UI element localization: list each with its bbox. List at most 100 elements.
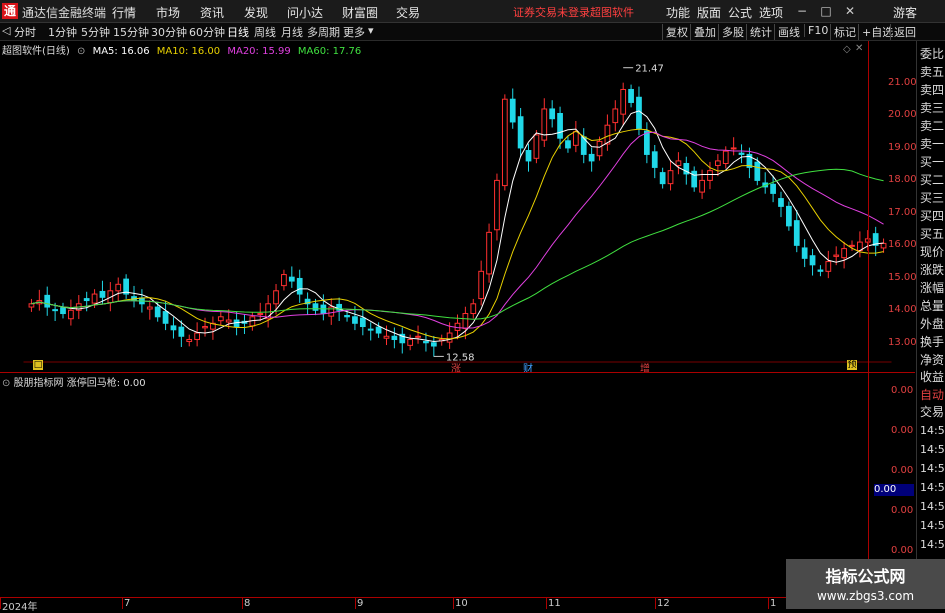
chevron-down-icon[interactable]: ▾: [368, 24, 374, 37]
period-tab[interactable]: 15分钟: [113, 24, 149, 40]
event-marker[interactable]: 预: [847, 360, 857, 370]
menu-item-trade[interactable]: 交易: [396, 4, 420, 21]
candle[interactable]: [470, 298, 477, 319]
candle[interactable]: [146, 300, 153, 320]
candle[interactable]: [265, 295, 272, 328]
candle[interactable]: [762, 172, 769, 194]
candle[interactable]: [399, 327, 406, 354]
candle[interactable]: [509, 88, 516, 129]
candle[interactable]: [841, 241, 847, 269]
candle[interactable]: [572, 120, 579, 153]
minimize-icon[interactable]: −: [794, 3, 810, 19]
trade-button[interactable]: 交易: [920, 403, 944, 420]
candle[interactable]: [36, 289, 43, 311]
stats-button[interactable]: 统计: [746, 24, 772, 40]
candle[interactable]: [359, 309, 366, 336]
diamond-icon[interactable]: ◇: [843, 44, 851, 55]
candle[interactable]: [28, 298, 35, 312]
candle[interactable]: [478, 260, 485, 306]
candle[interactable]: [217, 311, 224, 326]
menu-item-news[interactable]: 资讯: [200, 4, 224, 21]
candle[interactable]: [620, 82, 627, 125]
candle[interactable]: [541, 98, 548, 147]
menu-item-options[interactable]: 选项: [759, 4, 783, 21]
candle[interactable]: [525, 143, 532, 172]
period-tab[interactable]: 30分钟: [151, 24, 187, 40]
candle[interactable]: [738, 144, 745, 164]
home-marker-icon[interactable]: □: [33, 360, 43, 370]
login-status[interactable]: 证券交易未登录: [513, 4, 590, 20]
candle[interactable]: [643, 122, 650, 164]
candle[interactable]: [825, 250, 832, 279]
close-icon[interactable]: ✕: [842, 3, 858, 19]
candle[interactable]: [667, 159, 674, 191]
adjust-button[interactable]: 复权: [662, 24, 688, 40]
candle[interactable]: [501, 94, 508, 191]
overlay-button[interactable]: 叠加: [690, 24, 716, 40]
period-tab[interactable]: 5分钟: [81, 24, 110, 40]
candle[interactable]: [857, 231, 863, 258]
candle[interactable]: [60, 302, 66, 319]
settings-icon[interactable]: ⊙: [77, 46, 85, 57]
candle[interactable]: [131, 285, 137, 308]
candle[interactable]: [604, 114, 611, 151]
close-chart-icon[interactable]: ✕: [855, 43, 863, 54]
candle[interactable]: [494, 173, 500, 241]
period-tab[interactable]: 1分钟: [48, 24, 77, 40]
candle[interactable]: [628, 84, 634, 108]
candle[interactable]: [580, 128, 587, 164]
candle[interactable]: [241, 314, 248, 334]
candle[interactable]: [612, 100, 619, 132]
candle[interactable]: [770, 175, 776, 203]
candle[interactable]: [651, 145, 658, 179]
guest-label[interactable]: 游客: [893, 4, 917, 21]
candle[interactable]: [730, 137, 737, 156]
menu-item-market[interactable]: 市场: [156, 4, 180, 21]
candle[interactable]: [809, 248, 816, 276]
add-favorite-button[interactable]: +自选: [858, 24, 893, 40]
candle[interactable]: [407, 334, 414, 351]
candle[interactable]: [817, 265, 824, 277]
f10-button[interactable]: F10: [804, 24, 828, 37]
multi-stock-button[interactable]: 多股: [718, 24, 744, 40]
menu-item-wealth[interactable]: 财富圈: [342, 4, 378, 21]
candle[interactable]: [162, 300, 169, 331]
candle[interactable]: [68, 299, 74, 326]
candle[interactable]: [288, 266, 295, 288]
period-tab[interactable]: 周线: [254, 24, 276, 40]
candle[interactable]: [778, 191, 784, 218]
back-arrow-icon[interactable]: ◁: [2, 24, 10, 37]
candle[interactable]: [588, 147, 595, 172]
menu-item-layout[interactable]: 版面: [697, 4, 721, 21]
menu-item-ask[interactable]: 问小达: [287, 4, 323, 21]
candle[interactable]: [44, 286, 51, 316]
candle[interactable]: [115, 277, 122, 302]
indicator-panel[interactable]: [0, 372, 915, 598]
candle[interactable]: [549, 100, 556, 128]
candle[interactable]: [659, 167, 666, 189]
menu-item-function[interactable]: 功能: [666, 4, 690, 21]
candle[interactable]: [691, 166, 698, 192]
candle[interactable]: [296, 269, 303, 303]
candle[interactable]: [486, 223, 492, 283]
menu-item-quotes[interactable]: 行情: [112, 4, 136, 21]
candle[interactable]: [391, 327, 398, 349]
period-tab-more[interactable]: 更多: [343, 24, 365, 40]
candle[interactable]: [415, 325, 421, 344]
candle[interactable]: [170, 317, 177, 339]
period-tab[interactable]: 60分钟: [189, 24, 225, 40]
candle[interactable]: [328, 298, 335, 325]
candle[interactable]: [722, 146, 729, 169]
candle[interactable]: [675, 152, 682, 175]
candle[interactable]: [786, 201, 792, 231]
maximize-icon[interactable]: □: [818, 3, 834, 19]
menu-item-discover[interactable]: 发现: [244, 4, 268, 21]
candle[interactable]: [715, 154, 721, 177]
auto-trade-button[interactable]: 自动: [920, 386, 944, 403]
candle[interactable]: [210, 316, 216, 340]
back-button[interactable]: 返回: [890, 24, 916, 40]
period-tab[interactable]: 多周期: [307, 24, 340, 40]
candle[interactable]: [517, 107, 524, 157]
candlestick-chart[interactable]: 21.4712.58: [0, 41, 915, 376]
candle[interactable]: [186, 334, 193, 347]
